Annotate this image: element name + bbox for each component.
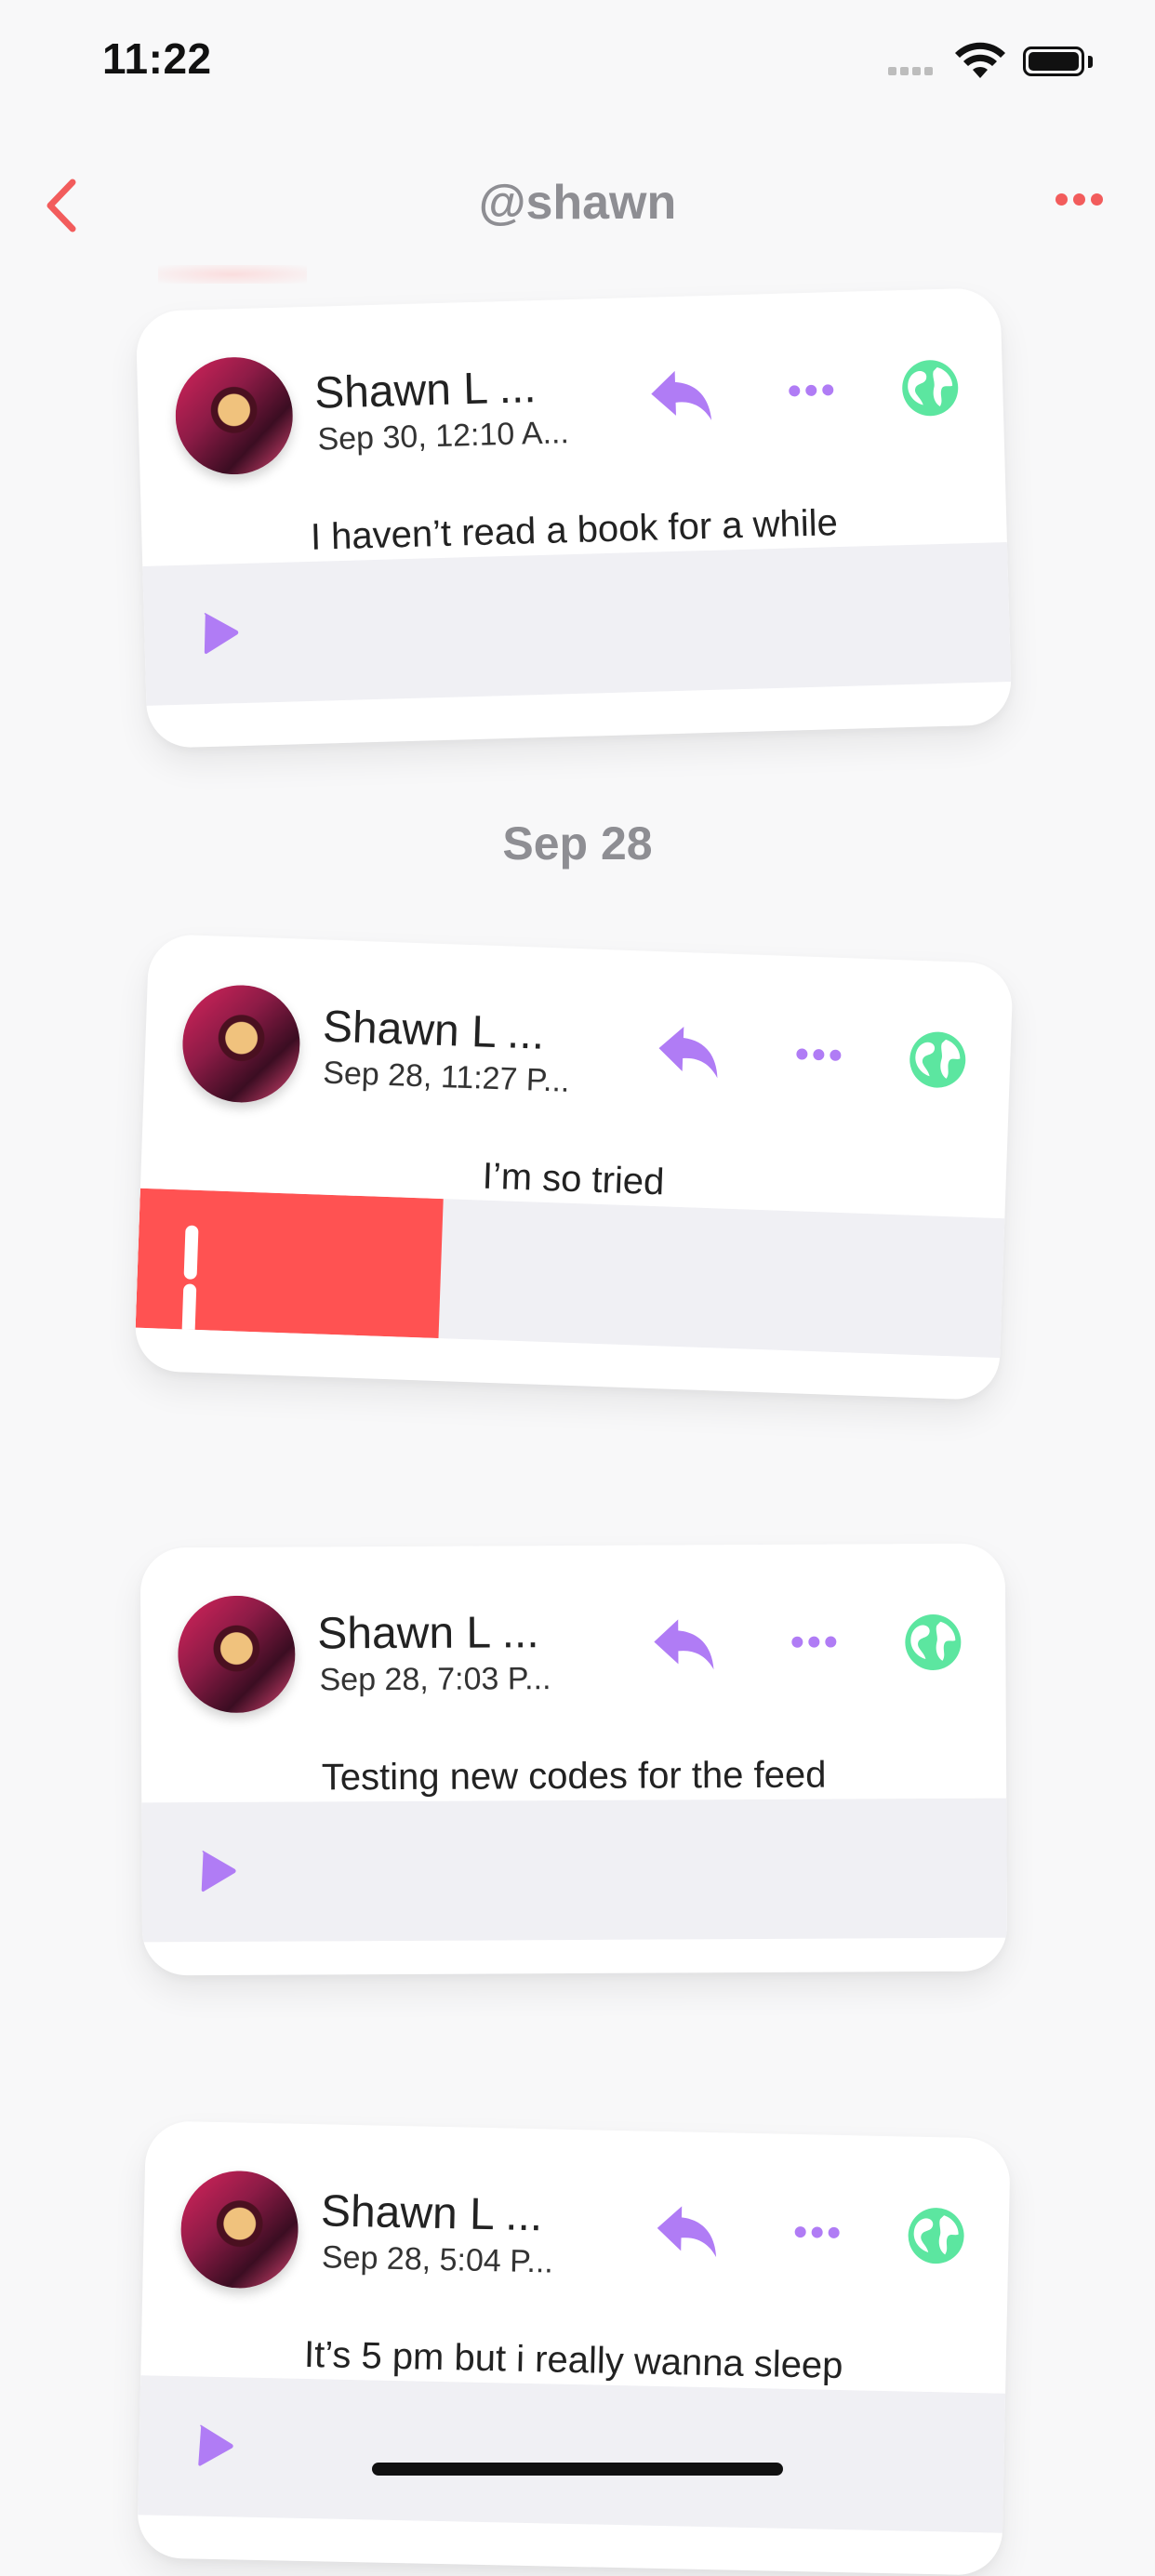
home-indicator[interactable] — [372, 2463, 783, 2476]
nav-bar: @shawn — [0, 158, 1155, 251]
post-header: Shawn L ... Sep 28, 7:03 P... — [140, 1544, 1006, 1714]
ellipsis-icon[interactable] — [791, 1635, 843, 1650]
ellipsis-icon[interactable] — [796, 1047, 849, 1064]
post-card: Shawn L ... Sep 30, 12:10 A... I haven’t… — [135, 287, 1013, 749]
reply-icon[interactable] — [654, 1022, 723, 1080]
audio-player[interactable] — [142, 542, 1012, 706]
globe-icon[interactable] — [903, 1613, 962, 1672]
ellipsis-icon[interactable] — [794, 2225, 846, 2241]
post-card: Shawn L ... Sep 28, 11:27 P... I’m so tr… — [134, 933, 1014, 1401]
globe-icon[interactable] — [899, 357, 961, 418]
cellular-signal-icon — [888, 63, 936, 80]
author-name[interactable]: Shawn L ... — [322, 1002, 545, 1060]
post-text: It’s 5 pm but i really wanna sleep — [303, 2333, 843, 2387]
audio-player[interactable] — [141, 1798, 1008, 1943]
post-card: Shawn L ... Sep 28, 7:03 P... Testing ne… — [139, 1543, 1008, 1976]
globe-icon[interactable] — [906, 2205, 966, 2265]
avatar[interactable] — [180, 983, 302, 1105]
globe-icon[interactable] — [907, 1029, 968, 1090]
page-title: @shawn — [478, 176, 677, 230]
post-timestamp: Sep 28, 5:04 P... — [321, 2239, 554, 2280]
post-timestamp: Sep 28, 11:27 P... — [322, 1055, 571, 1099]
battery-icon — [1023, 46, 1084, 76]
post-header: Shawn L ... Sep 28, 11:27 P... — [144, 934, 1014, 1122]
play-icon[interactable] — [200, 610, 242, 656]
author-name[interactable]: Shawn L ... — [320, 2185, 542, 2241]
play-icon[interactable] — [194, 2423, 236, 2468]
battery-tip — [1088, 56, 1093, 68]
play-icon[interactable] — [197, 1849, 238, 1893]
avatar[interactable] — [178, 1595, 296, 1714]
post-card: Shawn L ... Sep 28, 5:04 P... It’s 5 pm … — [137, 2120, 1011, 2576]
ellipsis-icon[interactable] — [789, 383, 841, 400]
reply-icon[interactable] — [653, 2202, 721, 2259]
post-header: Shawn L ... Sep 30, 12:10 A... — [136, 287, 1004, 476]
avatar[interactable] — [174, 355, 295, 476]
post-timestamp: Sep 28, 7:03 P... — [319, 1661, 551, 1698]
pause-icon[interactable] — [181, 1225, 233, 1338]
post-header: Shawn L ... Sep 28, 5:04 P... — [142, 2120, 1010, 2296]
wifi-icon — [955, 42, 1005, 78]
post-text: Testing new codes for the feed — [321, 1754, 827, 1799]
ellipsis-icon[interactable] — [1055, 193, 1111, 219]
audio-player[interactable] — [138, 2375, 1006, 2533]
author-name[interactable]: Shawn L ... — [313, 362, 537, 419]
author-name[interactable]: Shawn L ... — [317, 1607, 539, 1659]
reply-icon[interactable] — [650, 1615, 717, 1671]
status-bar: 11:22 — [0, 0, 1155, 121]
audio-player[interactable] — [135, 1188, 1005, 1359]
post-timestamp: Sep 30, 12:10 A... — [317, 415, 570, 458]
avatar[interactable] — [179, 2170, 299, 2290]
date-section-header: Sep 28 — [502, 817, 653, 870]
reply-icon[interactable] — [647, 366, 716, 424]
status-time: 11:22 — [102, 34, 212, 83]
scroll-fade — [158, 265, 307, 284]
